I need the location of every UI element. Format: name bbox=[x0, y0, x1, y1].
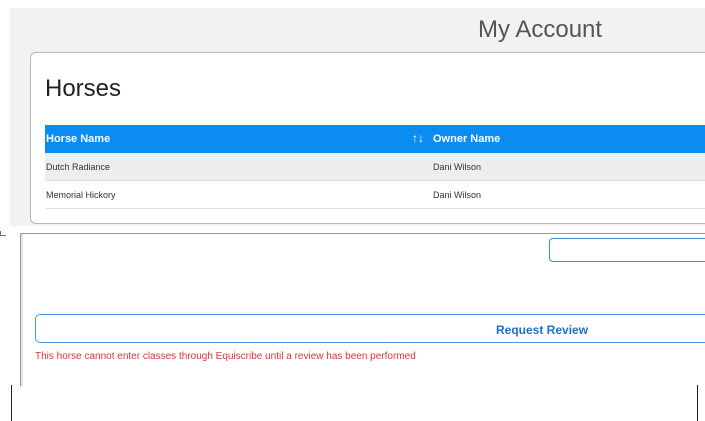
table-header: Horse Name ↑↓ Owner Name bbox=[45, 125, 705, 153]
page-title: My Account bbox=[478, 16, 603, 43]
frame-corner bbox=[0, 231, 6, 236]
horses-table: Horse Name ↑↓ Owner Name Dutch Radiance … bbox=[45, 125, 705, 209]
horses-heading: Horses bbox=[45, 75, 122, 102]
horse-name-cell: Memorial Hickory bbox=[46, 190, 116, 200]
text-input[interactable] bbox=[549, 238, 705, 262]
table-row[interactable]: Memorial Hickory Dani Wilson bbox=[45, 181, 705, 209]
sort-icon[interactable]: ↑↓ bbox=[412, 131, 424, 145]
table-row[interactable]: Dutch Radiance Dani Wilson bbox=[45, 153, 705, 181]
owner-name-cell: Dani Wilson bbox=[433, 162, 482, 172]
owner-name-cell: Dani Wilson bbox=[433, 190, 482, 200]
column-header-horse-name[interactable]: Horse Name bbox=[46, 133, 110, 145]
horse-name-cell: Dutch Radiance bbox=[46, 162, 111, 172]
request-review-button[interactable]: Request Review bbox=[35, 314, 705, 343]
request-review-label: Request Review bbox=[496, 323, 589, 337]
frame-border-bottom-left bbox=[11, 385, 12, 421]
horses-card: Horses Horse Name ↑↓ Owner Name Dutch Ra… bbox=[30, 52, 705, 224]
frame-border-left bbox=[20, 234, 23, 386]
frame-border-top bbox=[20, 233, 705, 234]
review-warning-message: This horse cannot enter classes through … bbox=[35, 351, 416, 362]
column-header-owner-name[interactable]: Owner Name bbox=[433, 133, 500, 145]
account-panel: My Account Horses Horse Name ↑↓ Owner Na… bbox=[10, 8, 705, 226]
frame-border-bottom-right bbox=[697, 385, 698, 421]
